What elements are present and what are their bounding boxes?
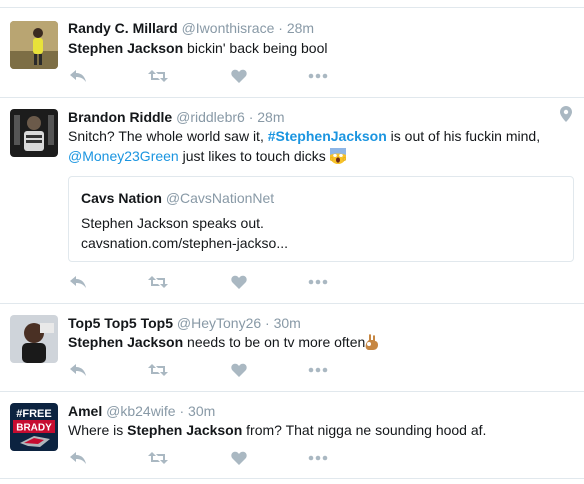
- highlighted-term: Stephen Jackson: [127, 422, 243, 438]
- text-segment: Where is: [68, 422, 128, 438]
- hashtag-link[interactable]: #StephenJackson: [268, 128, 387, 144]
- reply-icon[interactable]: [68, 274, 88, 290]
- text-segment: is out of his fuckin mind,: [386, 128, 541, 144]
- tweet-header: Top5 Top5 Top5 @HeyTony26 · 30m: [68, 314, 301, 332]
- tweet-text: Stephen Jackson bickin' back being bool: [68, 38, 568, 58]
- quoted-tweet-card[interactable]: Cavs Nation @CavsNationNet Stephen Jacks…: [68, 176, 574, 262]
- more-icon[interactable]: [308, 68, 328, 84]
- like-icon[interactable]: [229, 450, 249, 466]
- user-handle[interactable]: @Iwonthisrace: [182, 20, 275, 36]
- user-name[interactable]: Randy C. Millard: [68, 20, 178, 36]
- divider: [0, 478, 584, 479]
- timestamp[interactable]: 28m: [287, 20, 314, 36]
- tweet[interactable]: Top5 Top5 Top5 @HeyTony26 · 30m Stephen …: [0, 303, 584, 391]
- avatar-text-line-1: #FREE: [16, 408, 51, 420]
- tweet[interactable]: Randy C. Millard @Iwonthisrace · 28m Ste…: [0, 7, 584, 97]
- like-icon[interactable]: [229, 274, 249, 290]
- retweet-icon[interactable]: [148, 450, 168, 466]
- more-icon[interactable]: [308, 450, 328, 466]
- separator: ·: [278, 20, 283, 36]
- user-name[interactable]: Amel: [68, 403, 102, 419]
- tweet-text: Snitch? The whole world saw it, #Stephen…: [68, 126, 578, 166]
- highlighted-term: Stephen Jackson: [68, 40, 184, 56]
- quoted-link-text: cavsnation.com/stephen-jackso...: [81, 235, 288, 251]
- tweet-text: Where is Stephen Jackson from? That nigg…: [68, 420, 568, 440]
- retweet-icon[interactable]: [148, 68, 168, 84]
- highlighted-term: Stephen Jackson: [68, 334, 184, 350]
- location-pin-icon[interactable]: [560, 106, 572, 122]
- mention-link[interactable]: @Money23Green: [68, 148, 179, 164]
- tweet[interactable]: Brandon Riddle @riddlebr6 · 28m Snitch? …: [0, 97, 584, 303]
- avatar-text-line-2: BRADY: [16, 423, 52, 434]
- text-segment: from? That nigga ne sounding hood af.: [242, 422, 487, 438]
- quoted-user-handle: @CavsNationNet: [165, 190, 275, 206]
- reply-icon[interactable]: [68, 68, 88, 84]
- more-icon[interactable]: [308, 274, 328, 290]
- text-segment: Snitch? The whole world saw it,: [68, 128, 268, 144]
- like-icon[interactable]: [229, 68, 249, 84]
- reply-icon[interactable]: [68, 362, 88, 378]
- avatar[interactable]: [10, 21, 58, 69]
- quoted-text-line: Stephen Jackson speaks out.: [81, 215, 264, 231]
- text-segment: just likes to touch dicks: [178, 148, 330, 164]
- retweet-icon[interactable]: [148, 274, 168, 290]
- tweet-timeline: Randy C. Millard @Iwonthisrace · 28m Ste…: [0, 0, 584, 484]
- tweet-header: Amel @kb24wife · 30m: [68, 402, 215, 420]
- text-segment: needs to be on tv more often: [183, 334, 366, 350]
- user-handle[interactable]: @riddlebr6: [176, 109, 245, 125]
- quoted-user-name: Cavs Nation: [81, 190, 162, 206]
- timestamp[interactable]: 28m: [257, 109, 284, 125]
- tweet-header: Brandon Riddle @riddlebr6 · 28m: [68, 108, 285, 126]
- tweet-text: Stephen Jackson needs to be on tv more o…: [68, 332, 568, 352]
- text-segment: bickin' back being bool: [183, 40, 328, 56]
- separator: ·: [179, 403, 185, 419]
- avatar[interactable]: #FREE BRADY: [10, 403, 58, 451]
- separator: ·: [265, 315, 270, 331]
- timestamp[interactable]: 30m: [274, 315, 301, 331]
- tweet[interactable]: #FREE BRADY Amel @kb24wife · 30m Where i…: [0, 391, 584, 478]
- user-name[interactable]: Brandon Riddle: [68, 109, 172, 125]
- user-handle[interactable]: @kb24wife: [106, 403, 175, 419]
- timestamp[interactable]: 30m: [188, 403, 215, 419]
- quoted-tweet-header: Cavs Nation @CavsNationNet: [81, 190, 274, 206]
- user-name[interactable]: Top5 Top5 Top5: [68, 315, 173, 331]
- separator: ·: [248, 109, 254, 125]
- scream-emoji-icon: [329, 148, 346, 164]
- quoted-tweet-text: Stephen Jackson speaks out. cavsnation.c…: [81, 213, 288, 253]
- avatar[interactable]: [10, 109, 58, 157]
- reply-icon[interactable]: [68, 450, 88, 466]
- more-icon[interactable]: [308, 362, 328, 378]
- tweet-header: Randy C. Millard @Iwonthisrace · 28m: [68, 19, 314, 37]
- retweet-icon[interactable]: [148, 362, 168, 378]
- ok-hand-emoji-icon: [365, 334, 379, 350]
- user-handle[interactable]: @HeyTony26: [177, 315, 261, 331]
- like-icon[interactable]: [229, 362, 249, 378]
- avatar[interactable]: [10, 315, 58, 363]
